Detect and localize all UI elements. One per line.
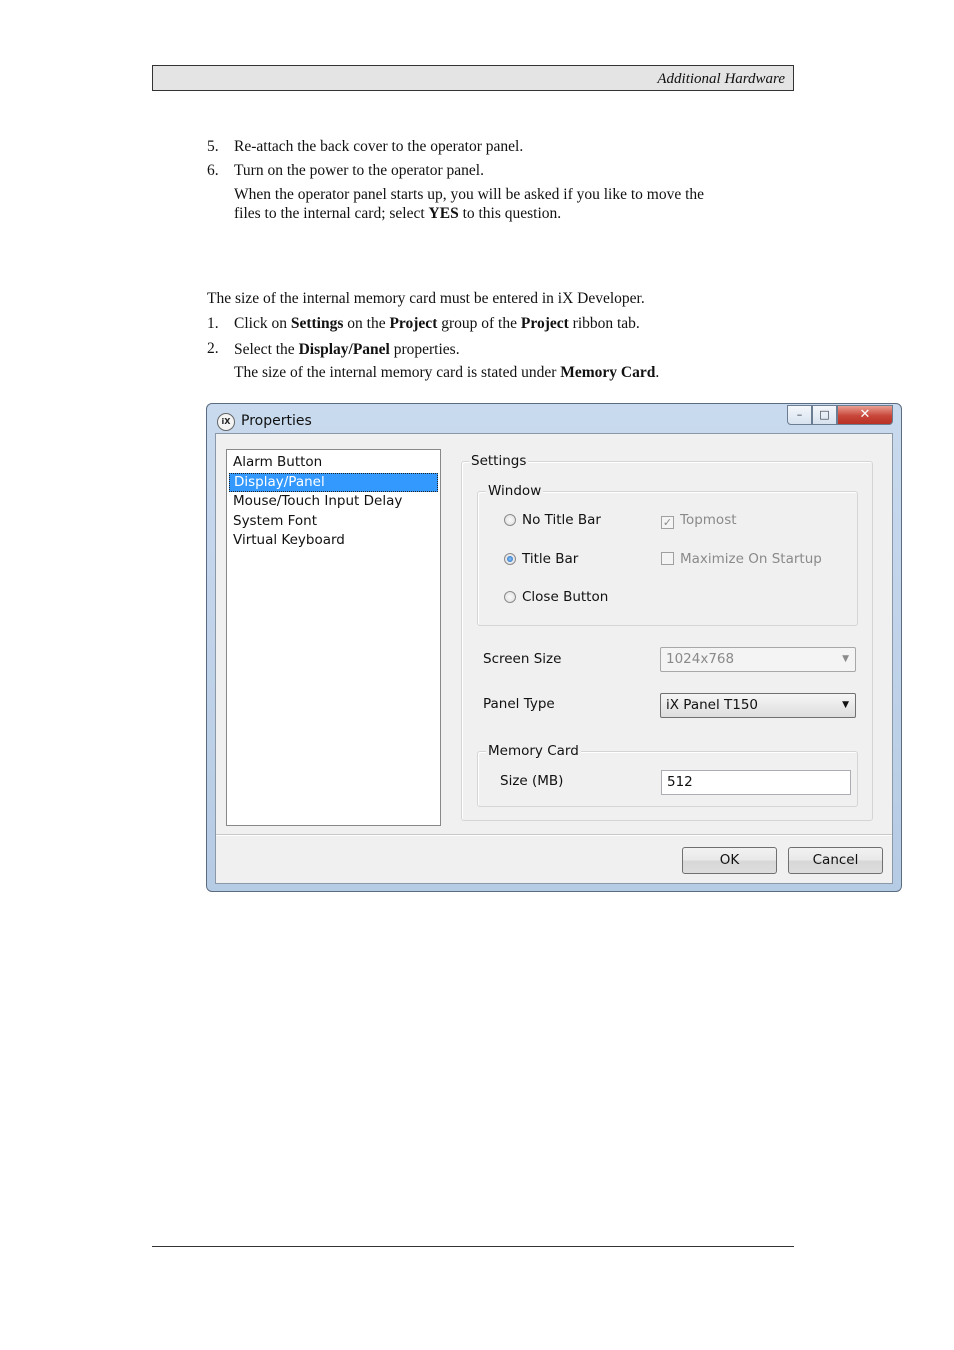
ok-button[interactable]: OK bbox=[682, 847, 777, 874]
list-item-system-font[interactable]: System Font bbox=[229, 512, 438, 532]
list-item-virtual-keyboard[interactable]: Virtual Keyboard bbox=[229, 531, 438, 551]
radio-icon bbox=[504, 514, 516, 526]
checkbox-empty-icon bbox=[661, 552, 674, 565]
ix-app-icon: iX bbox=[217, 413, 235, 431]
step-6-text: Turn on the power to the operator panel. bbox=[234, 162, 484, 179]
list-item-display-panel[interactable]: Display/Panel bbox=[229, 472, 438, 492]
window-group-label: Window bbox=[486, 483, 544, 499]
category-list[interactable]: Alarm Button Display/Panel Mouse/Touch I… bbox=[226, 449, 441, 826]
list-item-mouse-touch-input-delay[interactable]: Mouse/Touch Input Delay bbox=[229, 492, 438, 512]
screen-size-label: Screen Size bbox=[483, 651, 562, 667]
title-bar-radio[interactable]: Title Bar bbox=[504, 551, 578, 567]
step-5-number: 5. bbox=[207, 138, 219, 155]
page-header-bar: Additional Hardware bbox=[152, 65, 794, 91]
minimize-icon[interactable]: – bbox=[787, 405, 812, 425]
radio-icon bbox=[504, 591, 516, 603]
no-title-bar-radio[interactable]: No Title Bar bbox=[504, 512, 601, 528]
step-6-note-line2: files to the internal card; select YES t… bbox=[234, 205, 562, 222]
step-5-text: Re-attach the back cover to the operator… bbox=[234, 138, 524, 155]
memory-card-group-label: Memory Card bbox=[486, 743, 581, 759]
close-icon[interactable]: ✕ bbox=[837, 405, 893, 425]
size-mb-input[interactable]: 512 bbox=[661, 770, 851, 795]
dialog-title: Properties bbox=[241, 413, 312, 429]
close-button-radio[interactable]: Close Button bbox=[504, 589, 608, 605]
radio-checked-icon bbox=[504, 553, 516, 565]
header-title: Additional Hardware bbox=[657, 71, 785, 87]
size-mb-label: Size (MB) bbox=[500, 773, 564, 789]
settings-group-label: Settings bbox=[469, 453, 529, 469]
dialog-client-area: Alarm Button Display/Panel Mouse/Touch I… bbox=[215, 433, 893, 884]
step-2-note: The size of the internal memory card is … bbox=[234, 364, 660, 381]
step-2-number: 2. bbox=[207, 340, 219, 357]
maximize-on-startup-checkbox[interactable]: Maximize On Startup bbox=[661, 551, 822, 567]
footer-rule bbox=[152, 1246, 794, 1247]
chevron-down-icon: ▼ bbox=[842, 654, 849, 664]
topmost-checkbox[interactable]: ✓ Topmost bbox=[661, 512, 737, 529]
step-1-text: Click on Settings on the Project group o… bbox=[234, 315, 640, 332]
step-1-number: 1. bbox=[207, 315, 219, 332]
step-6-number: 6. bbox=[207, 162, 219, 179]
list-item-alarm-button[interactable]: Alarm Button bbox=[229, 453, 438, 473]
cancel-button[interactable]: Cancel bbox=[788, 847, 883, 874]
screen-size-select[interactable]: 1024x768 ▼ bbox=[660, 647, 856, 672]
step-2-text: Select the Display/Panel properties. bbox=[234, 341, 460, 358]
chevron-down-icon: ▼ bbox=[842, 700, 849, 710]
intro-paragraph: The size of the internal memory card mus… bbox=[207, 290, 645, 307]
button-separator bbox=[216, 834, 892, 835]
panel-type-label: Panel Type bbox=[483, 696, 555, 712]
checkmark-icon: ✓ bbox=[661, 516, 674, 529]
properties-dialog: iX Properties – □ ✕ Alarm Button Display… bbox=[206, 403, 902, 892]
caption-buttons: – □ ✕ bbox=[787, 405, 893, 427]
step-6-note-line1: When the operator panel starts up, you w… bbox=[234, 186, 705, 203]
panel-type-select[interactable]: iX Panel T150 ▼ bbox=[660, 693, 856, 718]
maximize-icon[interactable]: □ bbox=[812, 405, 837, 425]
